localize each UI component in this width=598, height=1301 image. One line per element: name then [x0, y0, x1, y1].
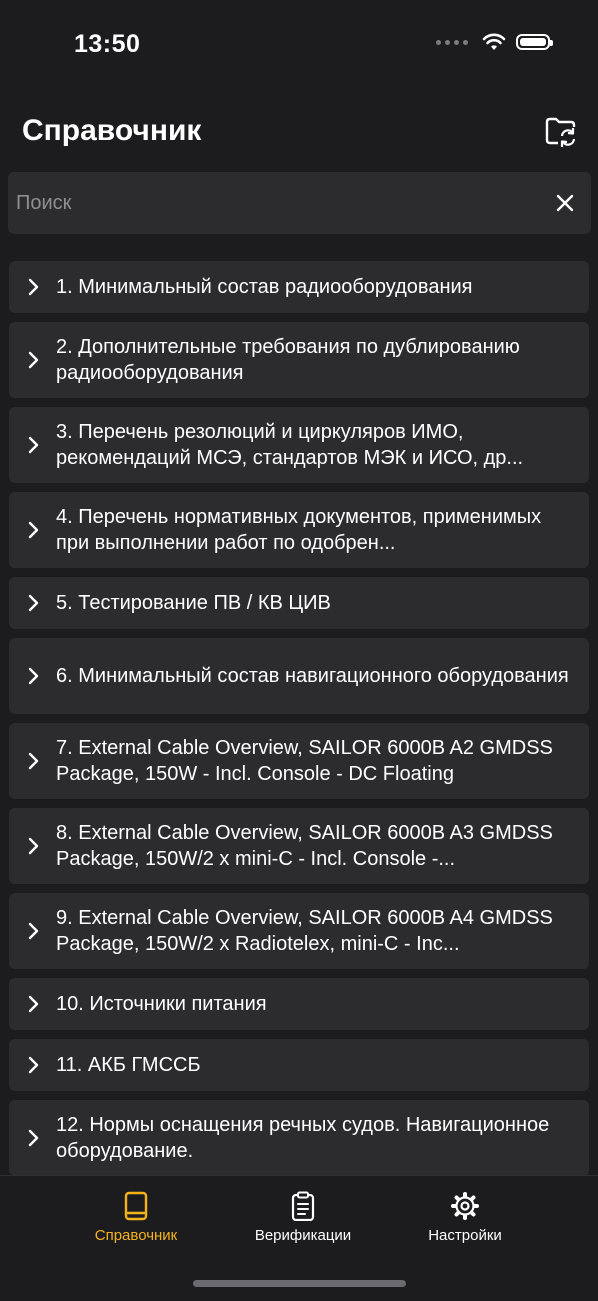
list-item-label: 2. Дополнительные требования по дублиров…: [56, 336, 520, 384]
list-item[interactable]: 3. Перечень резолюций и циркуляров ИМО, …: [9, 407, 589, 483]
list-item-label: 11. АКБ ГМССБ: [56, 1054, 201, 1076]
search-input[interactable]: [8, 172, 538, 234]
list-item[interactable]: 10. Источники питания: [9, 978, 589, 1030]
list-item-label: 4. Перечень нормативных документов, прим…: [56, 506, 542, 554]
home-indicator: [193, 1280, 406, 1287]
status-icons: [436, 33, 553, 51]
tab-settings[interactable]: Настройки: [385, 1191, 545, 1244]
tab-label: Настройки: [428, 1227, 502, 1244]
list-item-label: 12. Нормы оснащения речных судов. Навига…: [56, 1114, 550, 1162]
list-item[interactable]: 8. External Cable Overview, SAILOR 6000B…: [9, 808, 589, 884]
chevron-right-icon: [28, 922, 39, 940]
book-icon: [124, 1191, 148, 1221]
list-item[interactable]: 11. АКБ ГМССБ: [9, 1039, 589, 1091]
chevron-right-icon: [28, 1129, 39, 1147]
chevron-right-icon: [28, 521, 39, 539]
tab-reference[interactable]: Справочник: [56, 1191, 216, 1244]
list-item[interactable]: 6. Минимальный состав навигационного обо…: [9, 638, 589, 714]
gear-icon: [451, 1192, 479, 1220]
chevron-right-icon: [28, 752, 39, 770]
list-item[interactable]: 5. Тестирование ПВ / КВ ЦИВ: [9, 577, 589, 629]
list-item-label: 3. Перечень резолюций и циркуляров ИМО, …: [56, 421, 524, 469]
chevron-right-icon: [28, 278, 39, 296]
list-item[interactable]: 2. Дополнительные требования по дублиров…: [9, 322, 589, 398]
list-item[interactable]: 4. Перечень нормативных документов, прим…: [9, 492, 589, 568]
tab-label: Справочник: [94, 1227, 178, 1244]
search-bar: [8, 172, 591, 234]
wifi-icon: [482, 33, 506, 50]
battery-icon: [516, 34, 553, 50]
list-item-label: 5. Тестирование ПВ / КВ ЦИВ: [56, 592, 331, 614]
chevron-right-icon: [28, 436, 39, 454]
tab-verifications[interactable]: Верификации: [223, 1191, 383, 1244]
status-bar: 13:50: [0, 0, 598, 90]
page-title: Справочник: [22, 114, 202, 147]
header: Справочник: [0, 100, 598, 164]
list-item[interactable]: 1. Минимальный состав радиооборудования: [9, 261, 589, 313]
chevron-right-icon: [28, 351, 39, 369]
chevron-right-icon: [28, 995, 39, 1013]
chevron-right-icon: [28, 837, 39, 855]
list-item[interactable]: 7. External Cable Overview, SAILOR 6000B…: [9, 723, 589, 799]
list-item-label: 1. Минимальный состав радиооборудования: [56, 276, 473, 298]
status-time: 13:50: [74, 30, 141, 58]
list-item[interactable]: 12. Нормы оснащения речных судов. Навига…: [9, 1100, 589, 1176]
folder-sync-button[interactable]: [544, 114, 578, 148]
signal-dots-icon: [436, 39, 468, 45]
clipboard-icon: [291, 1191, 315, 1221]
close-icon: [556, 194, 574, 212]
list-item-label: 10. Источники питания: [56, 993, 267, 1015]
tab-label: Верификации: [254, 1227, 352, 1244]
chevron-right-icon: [28, 667, 39, 685]
list-item-label: 8. External Cable Overview, SAILOR 6000B…: [56, 822, 553, 870]
list-item-label: 7. External Cable Overview, SAILOR 6000B…: [56, 737, 553, 785]
folder-sync-icon: [545, 117, 576, 147]
chevron-right-icon: [28, 594, 39, 612]
chevron-right-icon: [28, 1056, 39, 1074]
clear-search-button[interactable]: [553, 191, 577, 215]
list-item-label: 9. External Cable Overview, SAILOR 6000B…: [56, 907, 553, 955]
list-item-label: 6. Минимальный состав навигационного обо…: [56, 665, 569, 687]
list-item[interactable]: 9. External Cable Overview, SAILOR 6000B…: [9, 893, 589, 969]
